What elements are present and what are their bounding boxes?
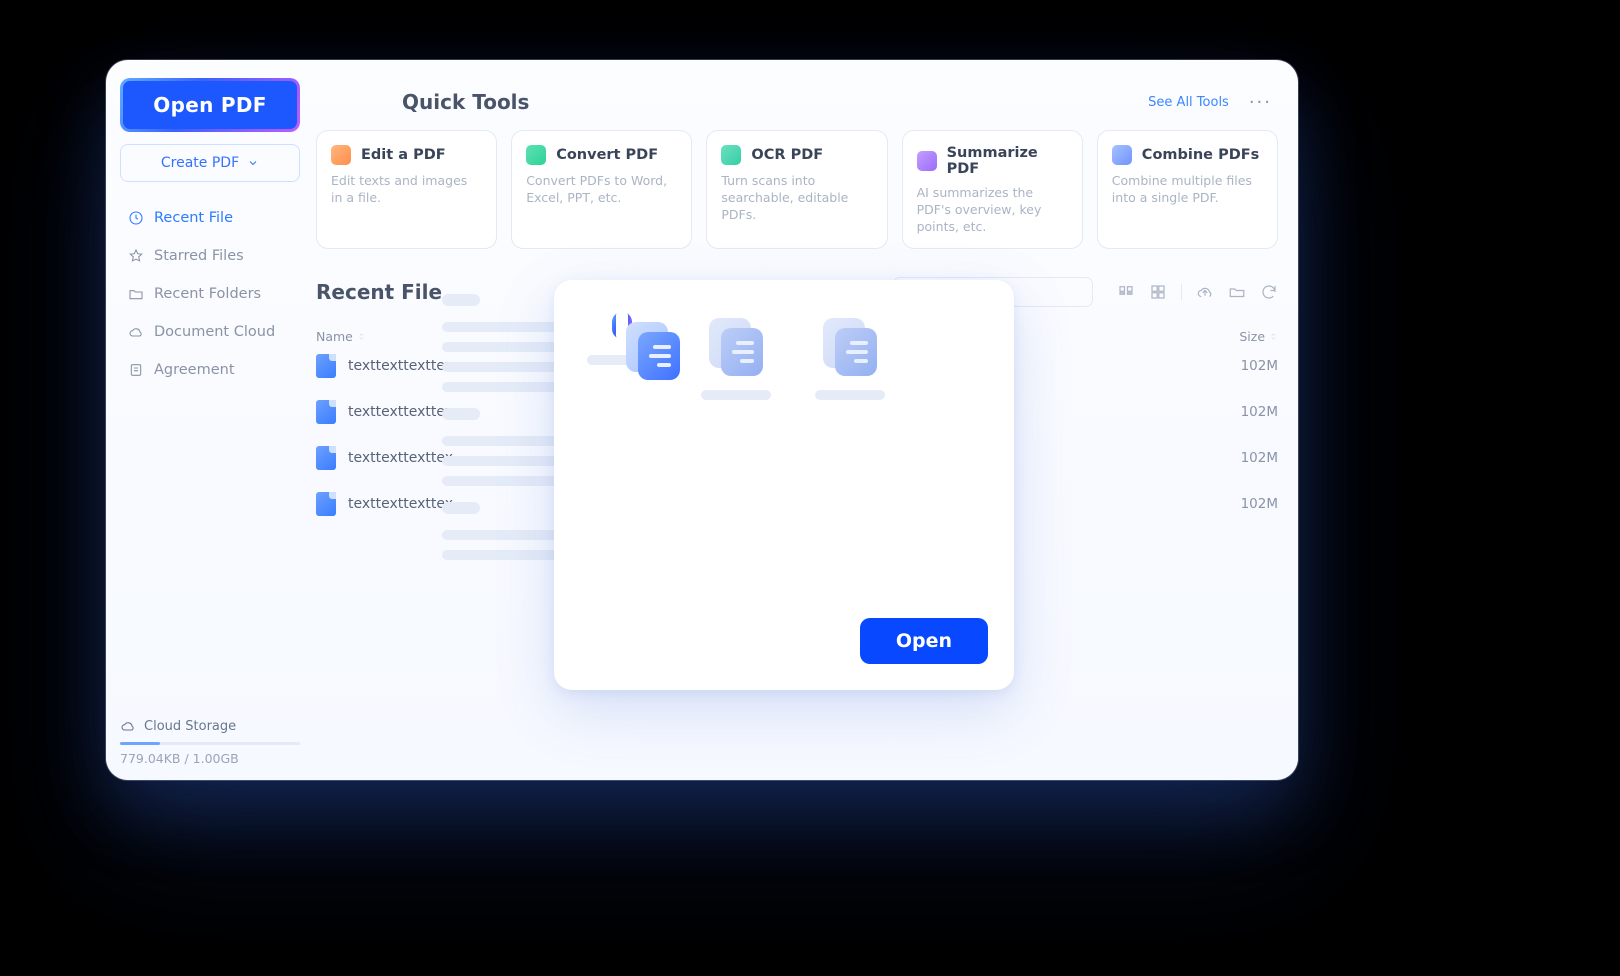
folder-icon — [128, 286, 144, 302]
app-window: Open PDF Create PDF Recent File Starred … — [106, 60, 1298, 780]
sidebar-item-recent-folders[interactable]: Recent Folders — [120, 276, 300, 312]
file-label-skeleton — [815, 390, 885, 400]
sidebar-item-document-cloud[interactable]: Document Cloud — [120, 314, 300, 350]
separator — [1181, 284, 1182, 300]
pdf-file-icon — [316, 400, 336, 424]
agreement-icon — [128, 362, 144, 378]
storage-caption: 779.04KB / 1.00GB — [120, 751, 300, 766]
see-all-tools-link[interactable]: See All Tools — [1148, 95, 1229, 110]
tool-card-ocr-pdf[interactable]: OCR PDF Turn scans into searchable, edit… — [706, 130, 887, 249]
convert-icon — [526, 145, 546, 165]
storage-bar — [120, 742, 300, 745]
sidebar-item-label: Document Cloud — [154, 324, 275, 340]
open-folder-icon[interactable] — [1228, 283, 1246, 301]
tool-card-summarize-pdf[interactable]: Summarize PDF AI summarizes the PDF's ov… — [902, 130, 1083, 249]
storage-title: Cloud Storage — [144, 719, 236, 734]
tool-desc: AI summarizes the PDF's overview, key po… — [917, 185, 1068, 236]
sidebar-item-label: Starred Files — [154, 248, 244, 264]
sidebar-item-agreement[interactable]: Agreement — [120, 352, 300, 388]
column-name[interactable]: Name — [316, 329, 366, 344]
chevron-down-icon — [247, 157, 259, 169]
file-size: 102M — [1241, 496, 1278, 512]
combine-icon — [1112, 145, 1132, 165]
cloud-icon — [128, 324, 144, 340]
grid-view-icon[interactable] — [1149, 283, 1167, 301]
upload-cloud-icon[interactable] — [1196, 283, 1214, 301]
tool-title: Convert PDF — [556, 147, 658, 163]
quick-tools-header: Quick Tools See All Tools ··· — [402, 90, 1278, 114]
file-tile-selected[interactable] — [582, 312, 662, 400]
edit-icon — [331, 145, 351, 165]
open-pdf-button[interactable]: Open PDF — [120, 78, 300, 132]
file-size: 102M — [1241, 358, 1278, 374]
file-tiles — [582, 312, 986, 400]
star-icon — [128, 248, 144, 264]
sidebar: Open PDF Create PDF Recent File Starred … — [120, 74, 300, 766]
sidebar-item-recent-file[interactable]: Recent File — [120, 200, 300, 236]
list-view-icon[interactable] — [1117, 283, 1135, 301]
file-tile[interactable] — [810, 312, 890, 400]
cloud-icon — [120, 718, 136, 734]
document-icon — [705, 312, 767, 374]
tool-card-edit-pdf[interactable]: Edit a PDF Edit texts and images in a fi… — [316, 130, 497, 249]
tool-desc: Combine multiple files into a single PDF… — [1112, 173, 1263, 207]
tool-title: OCR PDF — [751, 147, 823, 163]
more-options-button[interactable]: ··· — [1243, 92, 1278, 113]
tool-title: Combine PDFs — [1142, 147, 1259, 163]
clock-icon — [128, 210, 144, 226]
quick-tools-grid: Edit a PDF Edit texts and images in a fi… — [316, 130, 1278, 249]
open-button[interactable]: Open — [860, 618, 988, 664]
document-icon — [819, 312, 881, 374]
sidebar-item-label: Recent Folders — [154, 286, 261, 302]
file-tile[interactable] — [696, 312, 776, 400]
sidebar-item-label: Recent File — [154, 210, 233, 226]
file-size: 102M — [1241, 450, 1278, 466]
tool-title: Summarize PDF — [947, 145, 1068, 177]
storage-indicator: Cloud Storage 779.04KB / 1.00GB — [120, 718, 300, 766]
sparkle-icon — [917, 151, 937, 171]
column-size[interactable]: Size — [1239, 329, 1278, 344]
recent-file-heading: Recent File — [316, 280, 442, 304]
sidebar-nav: Recent File Starred Files Recent Folders… — [120, 200, 300, 388]
pdf-file-icon — [316, 492, 336, 516]
tool-desc: Turn scans into searchable, editable PDF… — [721, 173, 872, 224]
tool-card-convert-pdf[interactable]: Convert PDF Convert PDFs to Word, Excel,… — [511, 130, 692, 249]
pdf-file-icon — [316, 354, 336, 378]
tool-desc: Edit texts and images in a file. — [331, 173, 482, 207]
file-size: 102M — [1241, 404, 1278, 420]
create-pdf-label: Create PDF — [161, 155, 239, 171]
quick-tools-heading: Quick Tools — [402, 90, 529, 114]
open-file-dialog: Open — [554, 280, 1014, 690]
sidebar-item-label: Agreement — [154, 362, 235, 378]
open-pdf-label: Open PDF — [123, 81, 297, 129]
create-pdf-dropdown[interactable]: Create PDF — [120, 144, 300, 182]
pdf-file-icon — [316, 446, 336, 470]
sidebar-item-starred-files[interactable]: Starred Files — [120, 238, 300, 274]
refresh-icon[interactable] — [1260, 283, 1278, 301]
tool-card-combine-pdfs[interactable]: Combine PDFs Combine multiple files into… — [1097, 130, 1278, 249]
file-label-skeleton — [701, 390, 771, 400]
storage-title-row: Cloud Storage — [120, 718, 300, 734]
ocr-icon — [721, 145, 741, 165]
tool-title: Edit a PDF — [361, 147, 446, 163]
tool-desc: Convert PDFs to Word, Excel, PPT, etc. — [526, 173, 677, 207]
